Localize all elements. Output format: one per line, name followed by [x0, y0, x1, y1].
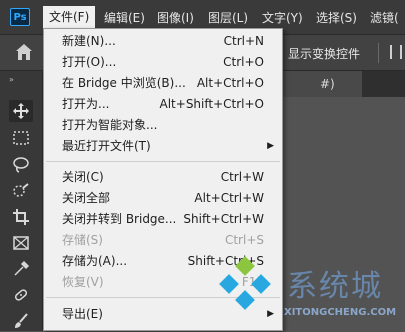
menu-item-browse-in-bridge[interactable]: 在 Bridge 中浏览(B)... Alt+Ctrl+O [44, 73, 282, 94]
healing-brush-tool-icon[interactable] [9, 284, 33, 306]
collapse-arrow-icon[interactable]: » [9, 75, 14, 84]
menu-layer[interactable]: 图层(L) [208, 9, 248, 27]
menu-edit[interactable]: 编辑(E) [104, 9, 145, 27]
menu-filter[interactable]: 滤镜( [370, 9, 399, 27]
menu-image[interactable]: 图像(I) [157, 9, 194, 27]
move-tool-icon[interactable] [9, 100, 33, 122]
document-tab[interactable]: #) [282, 71, 362, 97]
watermark: 系统城 XITONGCHENG.COM [212, 255, 402, 331]
watermark-logo-icon [219, 256, 271, 310]
watermark-text: 系统城 [287, 269, 383, 304]
menu-item-open-as-smart-object[interactable]: 打开为智能对象... [44, 115, 282, 136]
home-icon[interactable] [14, 42, 34, 62]
menu-type[interactable]: 文字(Y) [262, 9, 303, 27]
brush-tool-icon[interactable] [9, 310, 33, 332]
watermark-url: XITONGCHENG.COM [284, 307, 397, 318]
photoshop-logo: Ps [10, 8, 30, 26]
menu-item-new[interactable]: 新建(N)... Ctrl+N [44, 31, 282, 52]
menu-item-open-as[interactable]: 打开为... Alt+Shift+Ctrl+O [44, 94, 282, 115]
quick-select-tool-icon[interactable] [9, 180, 33, 202]
menu-separator [46, 161, 280, 162]
menu-select[interactable]: 选择(S) [316, 9, 357, 27]
menu-item-close[interactable]: 关闭(C) Ctrl+W [44, 167, 282, 188]
menu-item-open[interactable]: 打开(O)... Ctrl+O [44, 52, 282, 73]
lasso-tool-icon[interactable] [9, 154, 33, 176]
eyedropper-tool-icon[interactable] [9, 258, 33, 280]
submenu-arrow-icon: ▶ [267, 141, 274, 151]
menu-item-recent-files[interactable]: 最近打开文件(T) ▶ [44, 136, 282, 157]
frame-tool-icon[interactable] [9, 232, 33, 254]
menu-item-close-all[interactable]: 关闭全部 Alt+Ctrl+W [44, 188, 282, 209]
show-transform-controls-label[interactable]: 显示变换控件 [288, 45, 360, 62]
menu-item-close-and-go-to-bridge[interactable]: 关闭并转到 Bridge... Shift+Ctrl+W [44, 209, 282, 230]
menu-file[interactable]: 文件(F) [43, 6, 96, 28]
menu-item-save[interactable]: 存储(S) Ctrl+S [44, 230, 282, 251]
crop-tool-icon[interactable] [9, 206, 33, 228]
marquee-tool-icon[interactable] [9, 127, 33, 149]
tools-panel: » [0, 71, 43, 331]
options-divider [378, 43, 379, 63]
align-icon[interactable] [390, 45, 402, 59]
